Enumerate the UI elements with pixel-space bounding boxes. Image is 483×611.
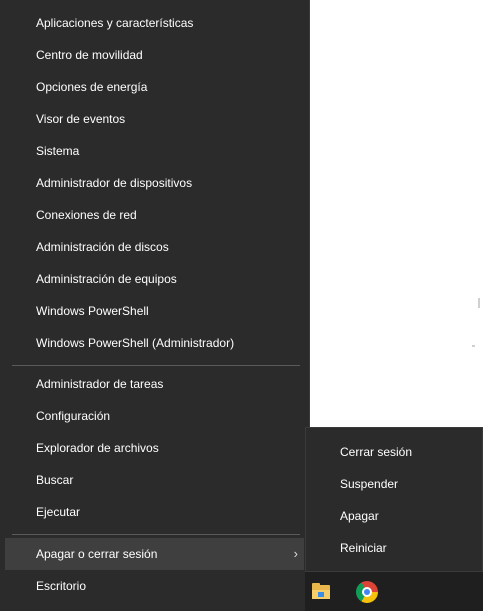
menu-item-admin-dispositivos[interactable]: Administrador de dispositivos (5, 167, 304, 199)
menu-item-label: Buscar (36, 473, 74, 487)
menu-item-apagar-cerrar-sesion[interactable]: Apagar o cerrar sesión › (5, 538, 304, 570)
menu-item-label: Administración de equipos (36, 272, 177, 286)
menu-item-label: Explorador de archivos (36, 441, 159, 455)
menu-item-label: Sistema (36, 144, 80, 158)
winx-power-user-menu: Aplicaciones y características Centro de… (0, 0, 310, 611)
submenu-item-cerrar-sesion[interactable]: Cerrar sesión (306, 436, 482, 468)
submenu-item-label: Reiniciar (340, 541, 387, 555)
chrome-icon-core (364, 589, 370, 595)
chevron-right-icon: › (293, 546, 298, 561)
menu-item-conexiones-red[interactable]: Conexiones de red (5, 199, 304, 231)
menu-item-admin-discos[interactable]: Administración de discos (5, 231, 304, 263)
folder-icon[interactable] (310, 581, 332, 603)
menu-item-label: Apagar o cerrar sesión (36, 547, 158, 561)
power-submenu: Cerrar sesión Suspender Apagar Reiniciar (305, 427, 483, 572)
folder-icon-badge (318, 592, 324, 597)
menu-item-configuracion[interactable]: Configuración (5, 400, 304, 432)
menu-item-label: Windows PowerShell (36, 304, 149, 318)
submenu-item-suspender[interactable]: Suspender (306, 468, 482, 500)
menu-item-label: Configuración (36, 409, 111, 423)
desktop-background: Aplicaciones y características Centro de… (0, 0, 483, 611)
taskbar (305, 572, 483, 611)
menu-separator (12, 365, 300, 366)
menu-item-label: Administración de discos (36, 240, 169, 254)
menu-item-sistema[interactable]: Sistema (5, 135, 304, 167)
menu-item-label: Windows PowerShell (Administrador) (36, 336, 235, 350)
menu-separator (12, 534, 300, 535)
menu-item-powershell[interactable]: Windows PowerShell (5, 295, 304, 327)
background-artifact (472, 345, 475, 347)
menu-item-escritorio[interactable]: Escritorio (5, 570, 304, 602)
submenu-item-apagar[interactable]: Apagar (306, 500, 482, 532)
menu-item-label: Conexiones de red (36, 208, 137, 222)
submenu-item-reiniciar[interactable]: Reiniciar (306, 532, 482, 564)
menu-item-label: Ejecutar (36, 505, 81, 519)
menu-item-label: Escritorio (36, 579, 87, 593)
background-artifact (478, 298, 480, 308)
menu-item-powershell-admin[interactable]: Windows PowerShell (Administrador) (5, 327, 304, 359)
menu-item-label: Opciones de energía (36, 80, 148, 94)
menu-item-buscar[interactable]: Buscar (5, 464, 304, 496)
menu-item-opciones-energia[interactable]: Opciones de energía (5, 71, 304, 103)
menu-item-label: Administrador de dispositivos (36, 176, 193, 190)
menu-item-label: Centro de movilidad (36, 48, 143, 62)
menu-item-label: Administrador de tareas (36, 377, 164, 391)
menu-item-label: Visor de eventos (36, 112, 126, 126)
menu-item-label: Aplicaciones y características (36, 16, 194, 30)
submenu-item-label: Suspender (340, 477, 399, 491)
chrome-icon[interactable] (356, 581, 378, 603)
submenu-item-label: Apagar (340, 509, 379, 523)
menu-item-admin-tareas[interactable]: Administrador de tareas (5, 368, 304, 400)
menu-item-centro-movilidad[interactable]: Centro de movilidad (5, 39, 304, 71)
menu-item-ejecutar[interactable]: Ejecutar (5, 496, 304, 528)
submenu-item-label: Cerrar sesión (340, 445, 413, 459)
menu-item-visor-eventos[interactable]: Visor de eventos (5, 103, 304, 135)
menu-item-admin-equipos[interactable]: Administración de equipos (5, 263, 304, 295)
menu-item-explorador[interactable]: Explorador de archivos (5, 432, 304, 464)
menu-item-aplicaciones[interactable]: Aplicaciones y características (5, 7, 304, 39)
